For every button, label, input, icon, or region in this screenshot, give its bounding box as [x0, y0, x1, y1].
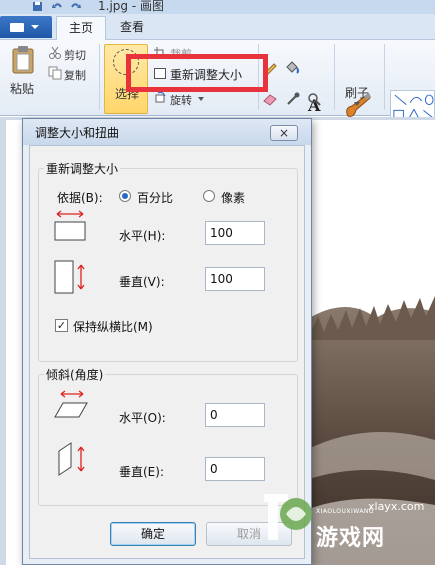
- horizontal-resize-input[interactable]: 100: [205, 221, 265, 245]
- vertical-label: 垂直(V):: [119, 275, 165, 289]
- percentage-radio[interactable]: [119, 190, 131, 202]
- ribbon-separator: [384, 44, 385, 110]
- ribbon-separator: [99, 44, 100, 110]
- resize-highlight-box: [126, 54, 268, 92]
- vertical-skew-input[interactable]: 0: [205, 457, 265, 481]
- horizontal-resize-icon: [54, 210, 86, 241]
- pixels-label[interactable]: 像素: [221, 189, 245, 206]
- eraser-icon[interactable]: [262, 92, 278, 106]
- ribbon-tabs: 主页 查看: [0, 14, 435, 40]
- undo-icon[interactable]: [52, 1, 63, 12]
- dropdown-arrow-icon: [31, 25, 39, 29]
- fill-bucket-icon[interactable]: [284, 60, 300, 76]
- by-label: 依据(B):: [57, 191, 103, 205]
- site-watermark: xlayx.com XIAOLOUXIWANG 游戏网: [258, 478, 435, 565]
- resize-group: 重新调整大小 依据(B): 百分比 像素 水平(H): 100 垂直(V): 1…: [38, 160, 298, 362]
- file-menu-button[interactable]: [0, 16, 52, 38]
- watermark-logo: [264, 494, 312, 540]
- skew-group-label: 倾斜(角度): [44, 366, 106, 383]
- vertical-skew-icon: [58, 442, 85, 476]
- paste-button[interactable]: 粘贴: [10, 80, 34, 97]
- percentage-label[interactable]: 百分比: [137, 189, 173, 206]
- file-menu-icon: [10, 23, 24, 32]
- watermark-brand: 游戏网: [316, 526, 386, 551]
- paste-icon[interactable]: [10, 45, 36, 75]
- magnifier-icon[interactable]: [307, 92, 321, 106]
- horizontal-skew-icon: [54, 390, 88, 418]
- tab-home[interactable]: 主页: [56, 16, 106, 40]
- ok-button[interactable]: 确定: [110, 522, 196, 546]
- window-title: 1.jpg - 画图: [98, 0, 164, 13]
- save-icon[interactable]: [32, 1, 43, 12]
- watermark-subtitle: XIAOLOUXIWANG: [316, 508, 375, 515]
- ribbon-separator: [334, 44, 335, 110]
- horizontal-skew-input[interactable]: 0: [205, 403, 265, 427]
- rotate-icon[interactable]: [154, 91, 167, 104]
- dialog-title-bar: 调整大小和扭曲 ×: [23, 119, 311, 145]
- close-icon: ×: [278, 126, 290, 140]
- copy-button[interactable]: 复制: [64, 67, 86, 83]
- vertical-resize-icon: [54, 260, 85, 294]
- skew-vertical-label: 垂直(E):: [119, 465, 164, 479]
- close-button[interactable]: ×: [270, 125, 298, 141]
- color-picker-icon[interactable]: [286, 92, 300, 106]
- pixels-radio[interactable]: [203, 190, 215, 202]
- redo-icon[interactable]: [70, 1, 81, 12]
- tab-view[interactable]: 查看: [110, 16, 154, 40]
- scissors-icon[interactable]: [48, 46, 62, 60]
- chevron-down-icon: [354, 102, 360, 106]
- vertical-resize-input[interactable]: 100: [205, 267, 265, 291]
- cut-button[interactable]: 剪切: [64, 47, 86, 63]
- horizontal-label: 水平(H):: [119, 229, 166, 243]
- skew-horizontal-label: 水平(O):: [119, 411, 166, 425]
- brushes-button[interactable]: 刷子: [345, 84, 369, 101]
- keep-aspect-ratio-label[interactable]: 保持纵横比(M): [73, 318, 153, 335]
- resize-group-label: 重新调整大小: [44, 160, 121, 177]
- dialog-title: 调整大小和扭曲: [35, 126, 120, 140]
- watermark-url: xlayx.com: [368, 500, 425, 513]
- chevron-down-icon: [198, 97, 204, 101]
- rotate-button[interactable]: 旋转: [170, 92, 192, 108]
- keep-aspect-ratio-checkbox[interactable]: ✓: [55, 319, 68, 332]
- title-bar: 1.jpg - 画图: [0, 0, 435, 14]
- copy-icon[interactable]: [48, 66, 62, 80]
